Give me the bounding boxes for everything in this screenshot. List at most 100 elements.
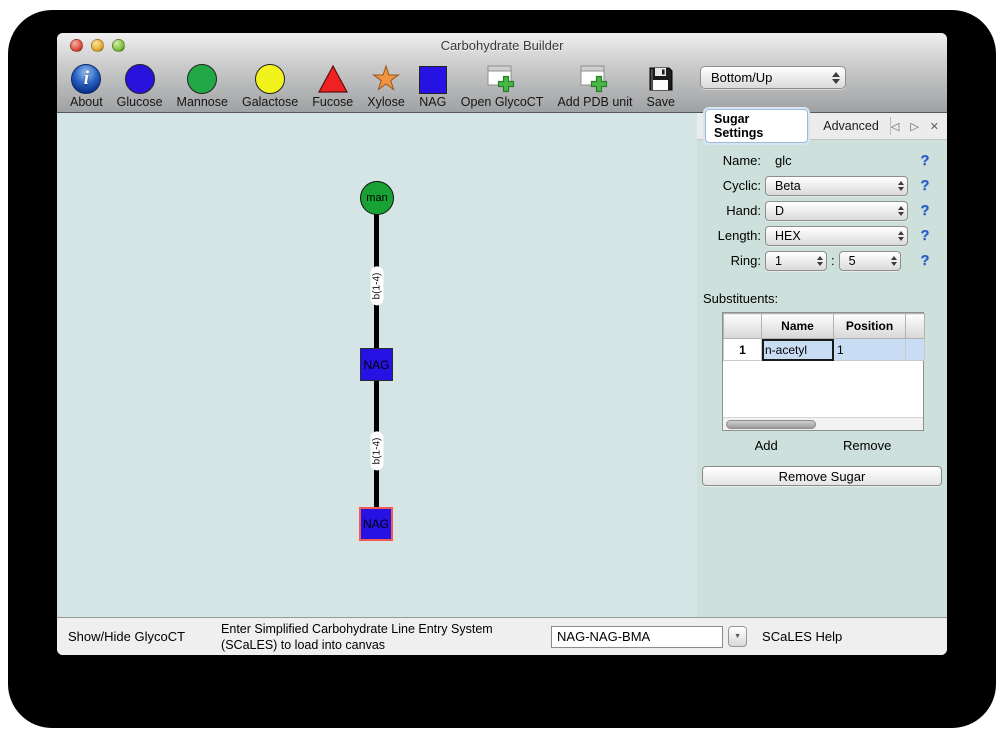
table-horizontal-scrollbar[interactable] (723, 417, 923, 430)
minimize-window-button[interactable] (91, 39, 104, 52)
yellow-circle-icon (255, 64, 285, 94)
ring-end-value: 5 (849, 254, 885, 268)
help-icon[interactable]: ? (917, 152, 933, 169)
help-icon[interactable]: ? (917, 202, 933, 219)
stepper-arrows-icon (817, 256, 823, 266)
table-row[interactable]: 1 n-acetyl 1 (724, 339, 925, 361)
stepper-arrows-icon (898, 181, 904, 191)
substituent-position-cell[interactable]: 1 (834, 339, 906, 361)
remove-sugar-button[interactable]: Remove Sugar (702, 466, 942, 486)
length-value: HEX (775, 229, 892, 243)
substituents-title: Substituents: (703, 291, 947, 306)
cyclic-row: Cyclic: Beta ? (697, 173, 947, 198)
close-window-button[interactable] (70, 39, 83, 52)
show-hide-glycoct-button[interactable]: Show/Hide GlycoCT (68, 629, 185, 644)
blue-circle-icon (125, 64, 155, 94)
floppy-icon (647, 61, 675, 94)
about-label: About (70, 95, 103, 109)
save-label: Save (647, 95, 676, 109)
mannose-node[interactable]: man (360, 181, 394, 215)
fucose-label: Fucose (312, 95, 353, 109)
save-button[interactable]: Save (640, 61, 683, 109)
ring-label: Ring: (699, 253, 761, 268)
info-icon: i (71, 64, 101, 94)
length-label: Length: (699, 228, 761, 243)
green-circle-icon (187, 64, 217, 94)
ring-separator: : (831, 253, 835, 268)
remove-substituent-button[interactable]: Remove (843, 438, 891, 453)
ring-start-spinner[interactable]: 1 (765, 251, 827, 271)
ring-end-spinner[interactable]: 5 (839, 251, 901, 271)
about-button[interactable]: i About (63, 61, 110, 109)
table-empty-area (723, 361, 923, 417)
nag-node[interactable]: NAG (360, 348, 393, 381)
table-header-row: Name Position (724, 314, 925, 339)
scales-help-button[interactable]: SCaLES Help (762, 629, 842, 644)
galactose-button[interactable]: Galactose (235, 61, 305, 109)
length-select[interactable]: HEX (765, 226, 908, 246)
row-number-cell[interactable]: 1 (724, 339, 762, 361)
substituent-name-cell[interactable]: n-acetyl (762, 339, 834, 361)
mannose-label: Mannose (177, 95, 228, 109)
stepper-arrows-icon (898, 206, 904, 216)
name-value: glc (775, 153, 792, 168)
glucose-button[interactable]: Glucose (110, 61, 170, 109)
position-column-header[interactable]: Position (834, 314, 906, 339)
tab-advanced[interactable]: Advanced (812, 117, 891, 135)
bond-label: b(1-4) (371, 267, 384, 306)
filler-cell (906, 339, 925, 361)
table-actions: Add Remove (722, 438, 924, 453)
scales-input[interactable] (551, 626, 723, 648)
help-icon[interactable]: ? (917, 252, 933, 269)
add-substituent-button[interactable]: Add (755, 438, 778, 453)
help-icon[interactable]: ? (917, 227, 933, 244)
ring-row: Ring: 1 : 5 ? (697, 248, 947, 273)
glucose-label: Glucose (117, 95, 163, 109)
zoom-window-button[interactable] (112, 39, 125, 52)
hand-select[interactable]: D (765, 201, 908, 221)
toolbar: i About Glucose Mannose Galactose Fucose (57, 58, 947, 113)
tab-sugar-settings[interactable]: Sugar Settings (705, 109, 808, 143)
window-plus-icon (579, 61, 611, 94)
scales-dropdown-button[interactable]: ▼ (728, 626, 747, 647)
screenshot-stage: Carbohydrate Builder i About Glucose Man… (0, 0, 1004, 736)
panel-close-icon[interactable]: ✕ (930, 120, 939, 133)
hand-row: Hand: D ? (697, 198, 947, 223)
red-triangle-icon (317, 61, 349, 94)
name-column-header[interactable]: Name (762, 314, 834, 339)
fucose-button[interactable]: Fucose (305, 61, 360, 109)
row-number-header (724, 314, 762, 339)
molecule-canvas[interactable]: b(1-4) b(1-4) man NAG NAG (57, 113, 697, 617)
hand-value: D (775, 204, 892, 218)
scales-prompt-label: Enter Simplified Carbohydrate Line Entry… (221, 621, 543, 653)
tab-scroll-left-icon[interactable]: ◁ (891, 120, 899, 133)
length-row: Length: HEX ? (697, 223, 947, 248)
mannose-button[interactable]: Mannose (170, 61, 235, 109)
xylose-button[interactable]: Xylose (360, 61, 412, 109)
stepper-arrows-icon (891, 256, 897, 266)
hand-label: Hand: (699, 203, 761, 218)
help-icon[interactable]: ? (917, 177, 933, 194)
sugar-settings-panel: Sugar Settings Advanced ◁ ▷ ✕ Name: glc … (697, 113, 947, 617)
add-pdb-unit-button[interactable]: Add PDB unit (550, 61, 639, 109)
window-title: Carbohydrate Builder (441, 38, 564, 53)
sugar-fields: Name: glc ? Cyclic: Beta ? Hand: (697, 140, 947, 273)
title-bar[interactable]: Carbohydrate Builder (57, 33, 947, 58)
open-glycoct-label: Open GlycoCT (461, 95, 544, 109)
scrollbar-thumb[interactable] (726, 420, 816, 429)
name-row: Name: glc ? (697, 148, 947, 173)
nag-node-selected[interactable]: NAG (359, 507, 393, 541)
open-glycoct-button[interactable]: Open GlycoCT (454, 61, 551, 109)
build-direction-select[interactable]: Bottom/Up (700, 66, 846, 89)
galactose-label: Galactose (242, 95, 298, 109)
window-controls (70, 39, 125, 52)
cyclic-value: Beta (775, 179, 892, 193)
filler-column-header (906, 314, 925, 339)
tab-scroll-right-icon[interactable]: ▷ (910, 120, 918, 133)
stepper-arrows-icon (832, 72, 840, 84)
cyclic-select[interactable]: Beta (765, 176, 908, 196)
main-area: b(1-4) b(1-4) man NAG NAG Sugar Settings… (57, 113, 947, 617)
name-label: Name: (699, 153, 761, 168)
nag-button[interactable]: NAG (412, 61, 454, 109)
build-direction-value: Bottom/Up (711, 70, 826, 85)
